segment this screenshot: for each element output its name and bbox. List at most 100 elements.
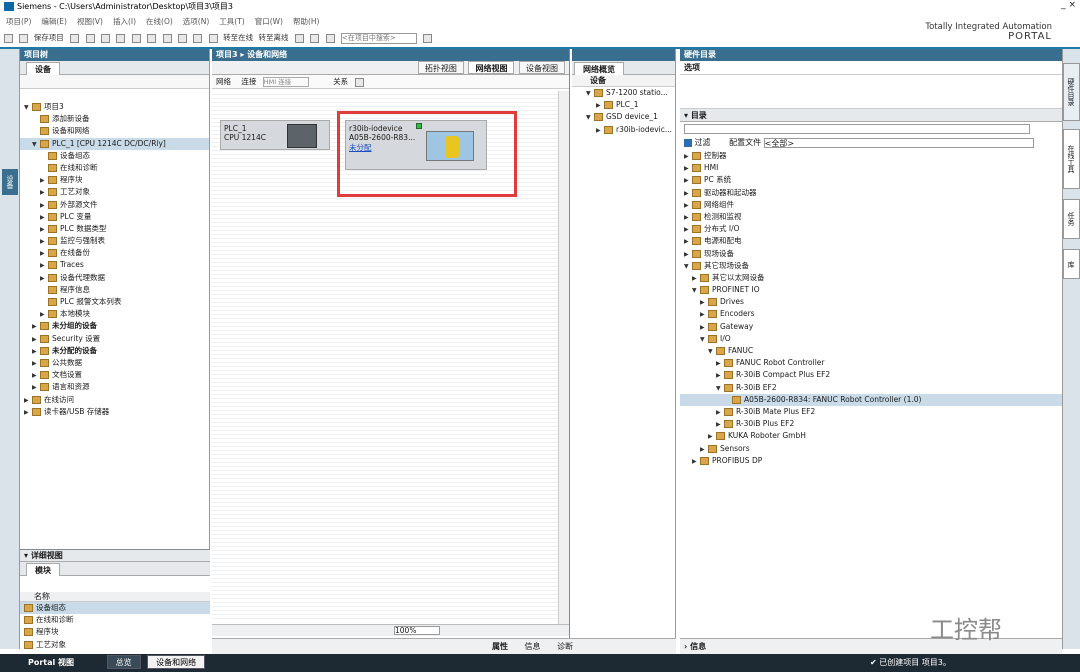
expand-arrow-icon[interactable]: ▶ — [716, 419, 724, 431]
expand-arrow-icon[interactable]: ▶ — [40, 212, 48, 224]
sidebar-tab-hardware-catalog[interactable]: 硬件目录 — [1063, 63, 1080, 121]
catalog-tree-item[interactable]: ▶ HMI — [680, 162, 1062, 174]
open-project-icon[interactable] — [19, 33, 29, 43]
sidebar-tab-tasks[interactable]: 任务 — [1063, 199, 1080, 239]
accessible-devices-icon[interactable] — [294, 33, 304, 43]
plc-device[interactable]: PLC_1 CPU 1214C — [220, 120, 330, 150]
download-icon[interactable] — [193, 33, 203, 43]
expand-arrow-icon[interactable]: ▶ — [716, 370, 724, 382]
tab-modules[interactable]: 模块 — [26, 563, 60, 576]
catalog-tree-item[interactable]: ▶ R-30iB Plus EF2 — [680, 418, 1062, 430]
project-tree-item[interactable]: ▶ 在线访问 — [20, 394, 209, 406]
delete-icon[interactable] — [131, 33, 141, 43]
overview-taskbar-tab[interactable]: 总览 — [106, 655, 141, 669]
catalog-tree-item[interactable]: ▼ I/O — [680, 333, 1062, 345]
menu-item-7[interactable]: 窗口(W) — [255, 17, 283, 26]
expand-arrow-icon[interactable]: ▶ — [40, 187, 48, 199]
menu-item-5[interactable]: 选项(N) — [183, 17, 209, 26]
sidebar-tab-online-tools[interactable]: 在线工具 — [1063, 129, 1080, 189]
expand-arrow-icon[interactable]: ▶ — [684, 236, 692, 248]
catalog-tree-item[interactable]: A05B-2600-R834: FANUC Robot Controller (… — [680, 393, 1062, 406]
detail-view-header[interactable]: ▾ 详细视图 — [20, 550, 210, 562]
project-tree-item[interactable]: ▶ 公共数据 — [20, 357, 209, 369]
split-horizontal-icon[interactable] — [310, 33, 320, 43]
project-tree-item[interactable]: ▶ PLC 变量 — [20, 211, 209, 223]
expand-arrow-icon[interactable]: ▶ — [708, 431, 716, 443]
menu-item-3[interactable]: 插入(I) — [113, 17, 136, 26]
expand-arrow-icon[interactable]: ▼ — [24, 102, 32, 114]
catalog-tree-item[interactable]: ▶ R-30iB Mate Plus EF2 — [680, 406, 1062, 418]
catalog-tree-item[interactable]: ▶ Encoders — [680, 308, 1062, 320]
new-project-icon[interactable] — [4, 33, 13, 43]
expand-arrow-icon[interactable]: ▶ — [32, 382, 40, 394]
expand-arrow-icon[interactable]: ▶ — [32, 321, 40, 333]
properties-tab[interactable]: 属性 — [492, 642, 508, 651]
project-tree-item[interactable]: ▶ 未分配的设备 — [20, 345, 209, 357]
robot-io-device[interactable]: r30ib-iodevice A05B-2600-R83... 未分配 — [345, 120, 487, 170]
go-online-button[interactable]: 转至在线 — [223, 30, 253, 46]
catalog-tree-item[interactable]: ▶ 现场设备 — [680, 248, 1062, 260]
project-tree-item[interactable]: ▶ 未分组的设备 — [20, 320, 209, 332]
zoom-icon[interactable] — [354, 77, 364, 87]
catalog-tree-item[interactable]: ▼ PROFINET IO — [680, 284, 1062, 296]
expand-arrow-icon[interactable]: ▶ — [684, 175, 692, 187]
devices-networks-taskbar-tab[interactable]: 设备和网络 — [147, 655, 206, 669]
expand-arrow-icon[interactable]: ▶ — [32, 334, 40, 346]
detail-row[interactable]: 设备组态 — [20, 602, 210, 615]
tab-device-view[interactable]: 设备视图 — [519, 61, 565, 74]
expand-arrow-icon[interactable]: ▼ — [684, 261, 692, 273]
project-tree-item[interactable]: ▼ 项目3 — [20, 101, 209, 113]
filter-checkbox[interactable] — [684, 138, 692, 147]
canvas-vertical-scrollbar[interactable] — [558, 91, 569, 631]
tab-topology-view[interactable]: 拓扑视图 — [417, 61, 464, 74]
project-tree-item[interactable]: ▶ 外部源文件 — [20, 199, 209, 211]
expand-arrow-icon[interactable]: ▶ — [684, 163, 692, 175]
catalog-tree-item[interactable]: ▼ 其它现场设备 — [680, 260, 1062, 272]
expand-arrow-icon[interactable]: ▼ — [586, 88, 594, 100]
sidebar-tab-devices[interactable]: 设备 — [2, 169, 18, 195]
compile-icon[interactable] — [177, 33, 187, 43]
project-tree-item[interactable]: ▶ PLC 数据类型 — [20, 223, 209, 235]
expand-arrow-icon[interactable]: ▼ — [32, 139, 40, 151]
search-icon[interactable] — [423, 33, 433, 43]
expand-arrow-icon[interactable]: ▶ — [692, 273, 700, 285]
expand-arrow-icon[interactable]: ▶ — [716, 407, 724, 419]
catalog-tree-item[interactable]: ▶ Gateway — [680, 321, 1062, 333]
expand-arrow-icon[interactable]: ▶ — [40, 236, 48, 248]
upload-icon[interactable] — [208, 33, 218, 43]
zoom-select[interactable]: 100% — [394, 626, 440, 635]
catalog-tree-item[interactable]: ▶ FANUC Robot Controller — [680, 357, 1062, 369]
project-tree-item[interactable]: 设备组态 — [20, 150, 209, 162]
copy-icon[interactable] — [100, 33, 110, 43]
expand-arrow-icon[interactable]: ▼ — [708, 346, 716, 358]
expand-arrow-icon[interactable]: ▶ — [40, 248, 48, 260]
catalog-tree-item[interactable]: ▶ 控制器 — [680, 150, 1062, 162]
expand-arrow-icon[interactable]: ▶ — [684, 200, 692, 212]
menu-item-0[interactable]: 项目(P) — [6, 17, 31, 26]
expand-arrow-icon[interactable]: ▶ — [716, 358, 724, 370]
project-tree-item[interactable]: ▶ 本地模块 — [20, 308, 209, 320]
diagnostics-tab[interactable]: 诊断 — [557, 642, 573, 651]
expand-arrow-icon[interactable]: ▶ — [684, 151, 692, 163]
expand-arrow-icon[interactable]: ▶ — [700, 322, 708, 334]
tab-devices[interactable]: 设备 — [26, 62, 60, 75]
overview-tree-item[interactable]: ▼ GSD device_1 — [572, 111, 675, 123]
project-tree-item[interactable]: ▶ 在线备份 — [20, 247, 209, 259]
expand-arrow-icon[interactable]: ▼ — [692, 285, 700, 297]
expand-arrow-icon[interactable]: ▶ — [24, 407, 32, 419]
project-tree-item[interactable]: ▶ 设备代理数据 — [20, 272, 209, 284]
tab-network-view[interactable]: 网络视图 — [468, 61, 515, 74]
project-search-input[interactable] — [341, 32, 418, 44]
project-tree-item[interactable]: ▶ 文档设置 — [20, 369, 209, 381]
expand-arrow-icon[interactable]: ▶ — [700, 444, 708, 456]
profile-select[interactable]: <全部> — [763, 137, 1034, 148]
expand-arrow-icon[interactable]: ▶ — [40, 273, 48, 285]
project-tree-item[interactable]: PLC 报警文本列表 — [20, 296, 209, 308]
menu-item-6[interactable]: 工具(T) — [219, 17, 244, 26]
project-tree-item[interactable]: 程序信息 — [20, 284, 209, 296]
catalog-tree-item[interactable]: ▶ KUKA Roboter GmbH — [680, 430, 1062, 442]
window-controls[interactable]: _ × — [1061, 0, 1076, 10]
connect-button[interactable]: 连接 — [241, 77, 256, 86]
expand-arrow-icon[interactable]: ▶ — [692, 456, 700, 468]
relation-button[interactable]: 关系 — [333, 77, 348, 86]
